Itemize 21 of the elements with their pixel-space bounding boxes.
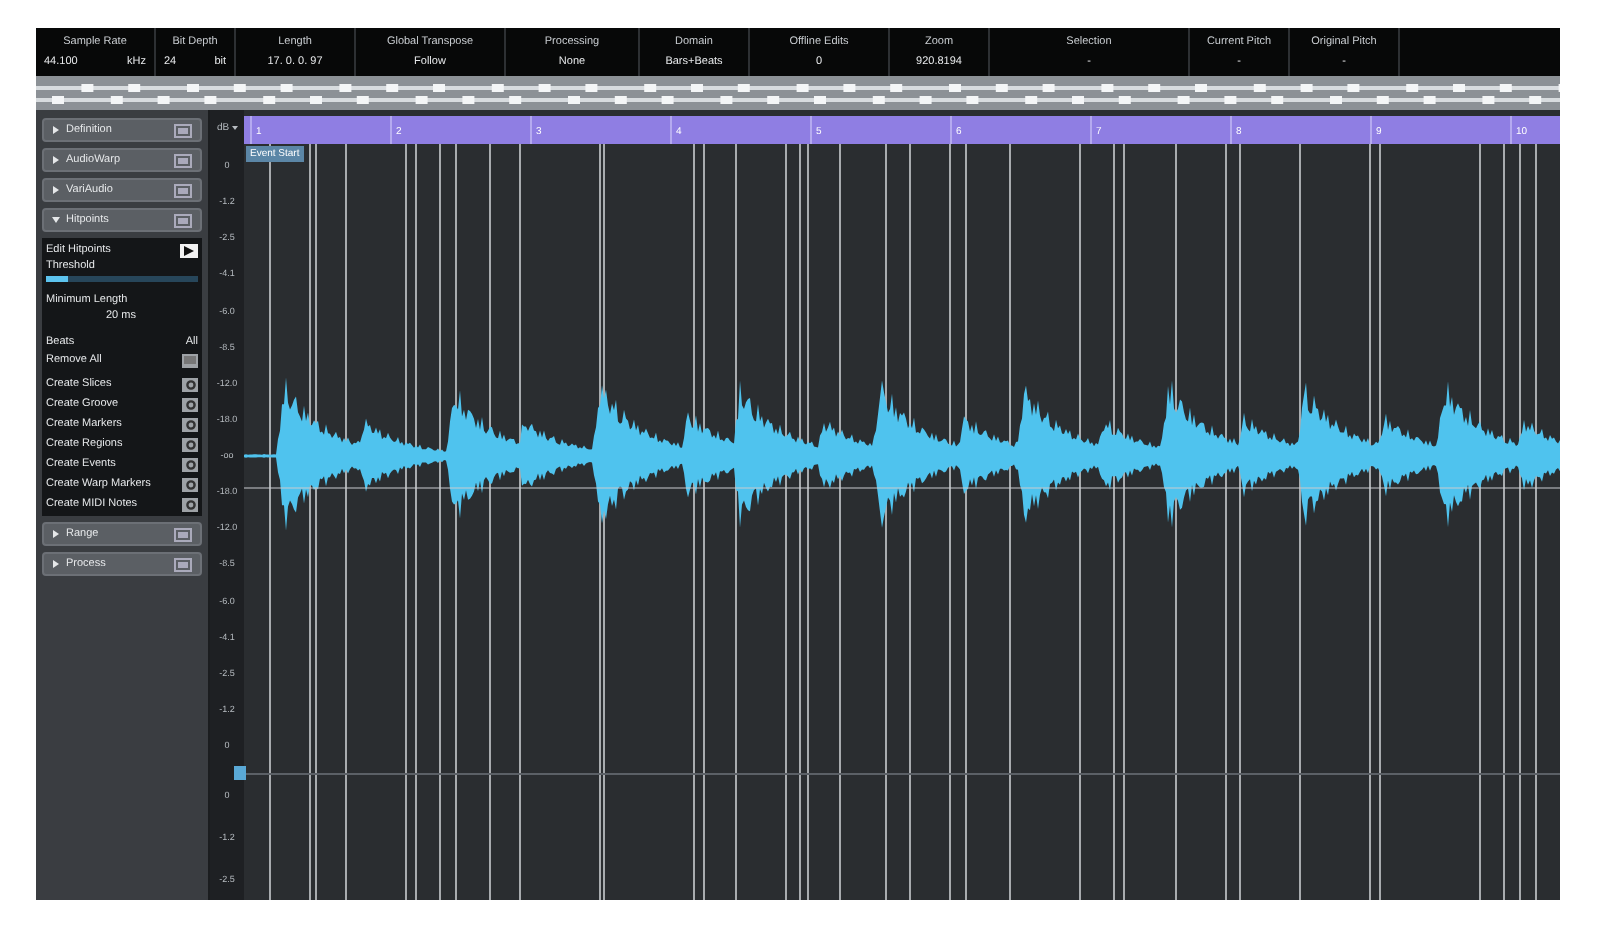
create-button[interactable]: [182, 377, 198, 391]
threshold-slider[interactable]: [46, 276, 198, 282]
caret-icon: [231, 125, 238, 129]
marker-icon[interactable]: [234, 766, 246, 780]
triangle-icon: [52, 530, 60, 538]
create-button[interactable]: [182, 397, 198, 411]
triangle-icon: [52, 126, 60, 134]
play-button[interactable]: [180, 243, 198, 257]
triangle-icon: [52, 560, 60, 568]
create-button[interactable]: [182, 477, 198, 491]
grid-icon: [184, 356, 196, 364]
remove-all-button[interactable]: [182, 353, 198, 367]
create-button[interactable]: [182, 417, 198, 431]
triangle-icon: [52, 156, 60, 164]
create-button[interactable]: [182, 437, 198, 451]
play-icon: [184, 245, 194, 255]
triangle-icon: [52, 216, 60, 224]
create-button[interactable]: [182, 497, 198, 511]
triangle-icon: [52, 186, 60, 194]
overview-strip-drawing[interactable]: [36, 76, 1560, 110]
create-button[interactable]: [182, 457, 198, 471]
